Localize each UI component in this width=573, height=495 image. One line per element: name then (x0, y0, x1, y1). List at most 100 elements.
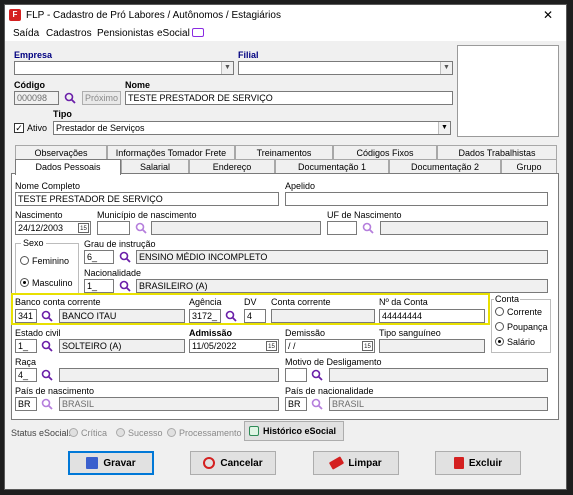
nr-conta-field[interactable]: 44444444 (379, 309, 485, 323)
menu-cadastros[interactable]: Cadastros (46, 28, 92, 39)
tab-documentacao-2[interactable]: Documentação 2 (389, 159, 501, 173)
tab-treinamentos[interactable]: Treinamentos (235, 145, 333, 159)
pais-nacionalidade-name-field: BRASIL (329, 397, 548, 411)
empresa-label: Empresa (14, 50, 53, 60)
grau-name-field: ENSINO MÉDIO INCOMPLETO (136, 250, 548, 264)
pais-nacionalidade-label: País de nacionalidade (285, 386, 374, 396)
uf-nascimento-label: UF de Nascimento (327, 210, 402, 220)
tab-endereco[interactable]: Endereço (189, 159, 275, 173)
estado-civil-code-field[interactable]: 1_ (15, 339, 37, 353)
search-icon[interactable] (311, 398, 323, 410)
municipio-code-field[interactable] (97, 221, 130, 235)
status-processamento-label: Processamento (179, 428, 242, 438)
banco-label: Banco conta corrente (15, 297, 101, 307)
nascimento-label: Nascimento (15, 210, 63, 220)
search-icon[interactable] (41, 369, 53, 381)
grau-code-field[interactable]: 6_ (84, 250, 114, 264)
calendar-icon[interactable]: 15 (362, 341, 373, 351)
raca-code-field[interactable]: 4_ (15, 368, 37, 382)
calendar-icon[interactable]: 15 (78, 223, 89, 233)
status-sucesso-label: Sucesso (128, 428, 163, 438)
chat-icon[interactable] (192, 28, 204, 37)
cancelar-button[interactable]: Cancelar (190, 451, 276, 475)
admissao-label: Admissão (189, 328, 233, 338)
excluir-button[interactable]: Excluir (435, 451, 521, 475)
tab-observacoes[interactable]: Observações (15, 145, 107, 159)
search-icon[interactable] (225, 310, 237, 322)
admissao-field[interactable]: 11/05/2022 15 (189, 339, 279, 353)
conta-group-label: Conta (494, 294, 521, 304)
cancel-icon (203, 457, 216, 469)
grau-instrucao-label: Grau de instrução (84, 239, 156, 249)
tipo-sanguineo-field[interactable] (379, 339, 485, 353)
motivo-code-field[interactable] (285, 368, 307, 382)
banco-code-field[interactable]: 341 (15, 309, 37, 323)
municipio-label: Município de nascimento (97, 210, 197, 220)
search-icon[interactable] (41, 398, 53, 410)
search-icon[interactable] (64, 92, 76, 104)
close-icon[interactable]: ✕ (543, 8, 553, 22)
nascimento-field[interactable]: 24/12/2003 15 (15, 221, 91, 235)
estado-civil-label: Estado civil (15, 328, 61, 338)
conta-corrente-radio[interactable] (495, 307, 504, 316)
photo-box[interactable] (457, 45, 559, 137)
sexo-feminino-radio[interactable] (20, 256, 29, 265)
motivo-name-field (329, 368, 548, 382)
gravar-button[interactable]: Gravar (68, 451, 154, 475)
app-logo-icon: F (9, 9, 21, 21)
tab-salarial[interactable]: Salarial (121, 159, 189, 173)
limpar-button[interactable]: Limpar (313, 451, 399, 475)
apelido-field[interactable] (285, 192, 548, 206)
search-icon[interactable] (135, 222, 147, 234)
raca-name-field (59, 368, 279, 382)
pais-nacionalidade-code-field[interactable]: BR (285, 397, 307, 411)
nacionalidade-label: Nacionalidade (84, 268, 142, 278)
empresa-select[interactable]: ▼ (14, 61, 234, 75)
search-icon[interactable] (41, 340, 53, 352)
nacionalidade-code-field[interactable]: 1_ (84, 279, 114, 293)
main-window: F FLP - Cadastro de Pró Labores / Autôno… (4, 4, 567, 490)
proximo-button[interactable]: Próximo (82, 91, 121, 105)
tab-dados-trabalhistas[interactable]: Dados Trabalhistas (437, 145, 557, 159)
calendar-icon[interactable]: 15 (266, 341, 277, 351)
tab-dados-pessoais[interactable]: Dados Pessoais (15, 159, 121, 175)
status-sucesso-radio (116, 428, 125, 437)
historico-esocial-button[interactable]: Histórico eSocial (244, 421, 344, 441)
uf-code-field[interactable] (327, 221, 357, 235)
tipo-select[interactable]: Prestador de Serviços ▼ (53, 121, 451, 135)
excluir-label: Excluir (468, 457, 503, 469)
tab-grupo[interactable]: Grupo (501, 159, 557, 173)
status-critica-label: Crítica (81, 428, 108, 438)
menu-pensionistas[interactable]: Pensionistas (97, 28, 154, 39)
agencia-field[interactable]: 3172_ (189, 309, 221, 323)
search-icon[interactable] (119, 280, 131, 292)
codigo-field[interactable]: 000098 (14, 91, 59, 105)
search-icon[interactable] (311, 369, 323, 381)
municipio-name-field (151, 221, 321, 235)
chevron-down-icon: ▼ (438, 122, 450, 134)
admissao-value: 11/05/2022 (192, 341, 237, 351)
search-icon[interactable] (41, 310, 53, 322)
disk-icon (86, 457, 99, 469)
nome-completo-field[interactable]: TESTE PRESTADOR DE SERVIÇO (15, 192, 279, 206)
search-icon[interactable] (119, 251, 131, 263)
search-icon[interactable] (362, 222, 374, 234)
sexo-masculino-label: Masculino (32, 278, 73, 288)
tab-codigos-fixos[interactable]: Códigos Fixos (333, 145, 437, 159)
ativo-checkbox[interactable]: ✓ (14, 123, 24, 133)
tab-informacoes-tomador-frete[interactable]: Informações Tomador Frete (107, 145, 235, 159)
cancelar-label: Cancelar (220, 457, 263, 469)
filial-select[interactable]: ▼ (238, 61, 453, 75)
sexo-masculino-radio[interactable] (20, 278, 29, 287)
demissao-field[interactable]: / / 15 (285, 339, 375, 353)
nr-conta-label: Nº da Conta (379, 297, 428, 307)
nome-field[interactable]: TESTE PRESTADOR DE SERVIÇO (125, 91, 453, 105)
tab-documentacao-1[interactable]: Documentação 1 (275, 159, 389, 173)
dv-field[interactable]: 4 (244, 309, 266, 323)
menu-esocial[interactable]: eSocial (157, 28, 190, 39)
pais-nascimento-code-field[interactable]: BR (15, 397, 37, 411)
menu-saida[interactable]: Saída (13, 28, 39, 39)
conta-salario-radio[interactable] (495, 337, 504, 346)
conta-poupanca-radio[interactable] (495, 322, 504, 331)
estado-civil-name-field: SOLTEIRO (A) (59, 339, 185, 353)
